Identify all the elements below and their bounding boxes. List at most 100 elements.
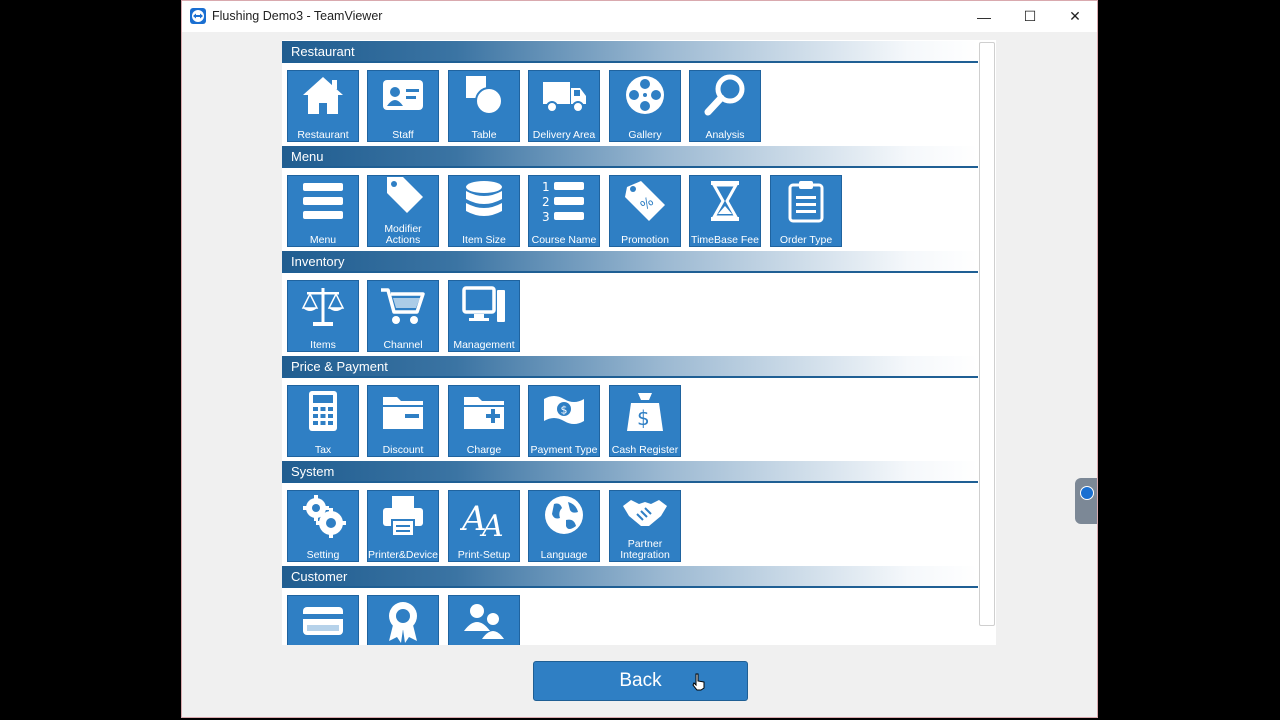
tile-order-type[interactable]: Order Type	[770, 175, 842, 247]
font-icon: AA	[460, 499, 504, 538]
tile-label: Channel	[383, 338, 423, 351]
teamviewer-side-panel-tab[interactable]	[1075, 478, 1097, 524]
window-title: Flushing Demo3 - TeamViewer	[212, 9, 383, 23]
users-icon	[464, 604, 504, 639]
minimize-icon: —	[977, 8, 991, 25]
tile-discount[interactable]: Discount	[367, 385, 439, 457]
tile-management[interactable]: Management	[448, 280, 520, 352]
percent-tag-icon: %	[625, 181, 665, 221]
tile-items[interactable]: Items	[287, 280, 359, 352]
tile-charge[interactable]: Charge	[448, 385, 520, 457]
tile-modifier-actions[interactable]: Modifier Actions	[367, 175, 439, 247]
back-button[interactable]: Back	[533, 661, 748, 701]
tile-partner-integration[interactable]: Partner Integration	[609, 490, 681, 562]
section-title: Customer	[291, 569, 348, 584]
tile-label: Analysis	[705, 128, 745, 141]
close-button[interactable]: ✕	[1052, 1, 1098, 32]
tile-label: Order Type	[779, 233, 833, 246]
section-title: System	[291, 464, 335, 479]
tile-promotion[interactable]: % Promotion	[609, 175, 681, 247]
title-bar: Flushing Demo3 - TeamViewer — ☐ ✕	[182, 1, 1097, 32]
tile-customer-users[interactable]	[448, 595, 520, 645]
tile-label: Setting	[306, 548, 340, 561]
calculator-icon	[309, 391, 337, 431]
tile-cash-register[interactable]: $ Cash Register	[609, 385, 681, 457]
tile-staff[interactable]: Staff	[367, 70, 439, 142]
tile-label: Delivery Area	[532, 128, 596, 141]
tile-delivery-area[interactable]: Delivery Area	[528, 70, 600, 142]
list-bars-icon	[303, 183, 343, 219]
section-header-inventory: Inventory	[282, 251, 978, 273]
home-icon	[303, 77, 343, 114]
tile-setting[interactable]: Setting	[287, 490, 359, 562]
tile-label: Payment Type	[530, 443, 598, 456]
folder-minus-icon	[383, 397, 423, 429]
section-header-menu: Menu	[282, 146, 978, 168]
tile-label: Items	[310, 338, 336, 351]
tile-label: Promotion	[621, 233, 669, 246]
tile-restaurant[interactable]: Restaurant	[287, 70, 359, 142]
svg-text:1: 1	[542, 180, 550, 194]
section-header-restaurant: Restaurant	[282, 41, 978, 63]
magnifier-icon	[704, 74, 745, 116]
vertical-scrollbar[interactable]	[978, 40, 996, 645]
section-title: Inventory	[291, 254, 345, 269]
teamviewer-window: Flushing Demo3 - TeamViewer — ☐ ✕ Restau…	[181, 0, 1098, 718]
section-title: Menu	[291, 149, 324, 164]
tile-label: Gallery	[628, 128, 662, 141]
tile-language[interactable]: Language	[528, 490, 600, 562]
scrollbar-thumb[interactable]	[979, 42, 995, 626]
database-icon	[466, 181, 502, 216]
tile-label: Print-Setup	[457, 548, 511, 561]
scale-icon	[301, 288, 345, 326]
teamviewer-logo-icon	[190, 8, 206, 24]
tile-label: Cash Register	[611, 443, 679, 456]
tile-printer-device[interactable]: Printer&Device	[367, 490, 439, 562]
tile-label: Course Name	[531, 233, 597, 246]
tile-payment-type[interactable]: $ Payment Type	[528, 385, 600, 457]
tile-label: Discount	[382, 443, 424, 456]
tile-customer-card[interactable]	[287, 595, 359, 645]
globe-icon	[545, 496, 583, 534]
svg-text:A: A	[479, 509, 504, 538]
tile-tax[interactable]: Tax	[287, 385, 359, 457]
clipboard-icon	[788, 181, 824, 223]
tile-table[interactable]: Table	[448, 70, 520, 142]
tile-label: Staff	[392, 128, 414, 141]
tile-label: Table	[471, 128, 497, 141]
tile-label: Language	[540, 548, 588, 561]
remote-screen: Restaurant Restaurant Staff Table Delive…	[182, 32, 1097, 717]
hourglass-icon	[711, 181, 739, 221]
tile-item-size[interactable]: Item Size	[448, 175, 520, 247]
printer-icon	[383, 496, 423, 537]
tile-label: Charge	[466, 443, 502, 456]
tile-print-setup[interactable]: AA Print-Setup	[448, 490, 520, 562]
section-header-customer: Customer	[282, 566, 978, 588]
hand-cursor-icon	[692, 673, 705, 691]
tile-label: Printer&Device	[367, 548, 439, 561]
minimize-button[interactable]: —	[961, 1, 1007, 32]
tile-timebase-fee[interactable]: TimeBase Fee	[689, 175, 761, 247]
section-title: Restaurant	[291, 44, 355, 59]
section-header-system: System	[282, 461, 978, 483]
computer-icon	[462, 286, 505, 322]
close-icon: ✕	[1069, 8, 1081, 24]
tile-customer-award[interactable]	[367, 595, 439, 645]
tile-gallery[interactable]: Gallery	[609, 70, 681, 142]
truck-icon	[543, 82, 586, 113]
table-shapes-icon	[466, 76, 503, 115]
svg-text:$: $	[637, 406, 650, 430]
tile-label: Partner Integration	[620, 538, 670, 561]
folder-plus-icon	[464, 397, 504, 429]
credit-card-icon	[303, 607, 343, 635]
id-card-icon	[383, 80, 423, 110]
tile-channel[interactable]: Channel	[367, 280, 439, 352]
tile-analysis[interactable]: Analysis	[689, 70, 761, 142]
tile-course-name[interactable]: 123 Course Name	[528, 175, 600, 247]
tile-label: Restaurant	[297, 128, 349, 141]
award-icon	[389, 602, 417, 643]
teamviewer-logo-icon	[1080, 486, 1094, 500]
tile-menu[interactable]: Menu	[287, 175, 359, 247]
maximize-button[interactable]: ☐	[1007, 1, 1053, 32]
settings-panel: Restaurant Restaurant Staff Table Delive…	[282, 40, 978, 645]
